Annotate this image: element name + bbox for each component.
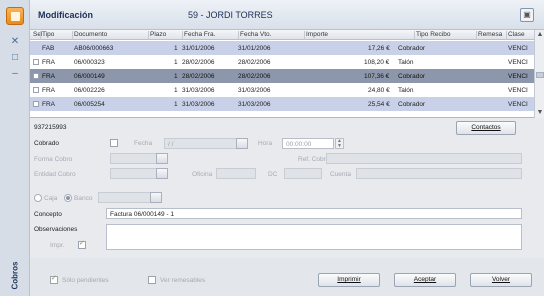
concepto-field[interactable]: Factura 06/000149 - 1: [106, 208, 522, 219]
title-bar: Modificación 59 - JORDI TORRES ▣: [30, 0, 544, 30]
scroll-down-icon[interactable]: ▼: [535, 108, 544, 118]
scroll-up-icon[interactable]: ▲: [535, 30, 544, 40]
forma-cobro-field[interactable]: [110, 153, 162, 164]
caja-radio[interactable]: [34, 194, 42, 202]
window-title: Modificación: [38, 10, 94, 20]
solo-pendientes-checkbox[interactable]: [50, 274, 58, 284]
hora-spinner[interactable]: ▲ ▼: [335, 138, 344, 149]
minimize-icon[interactable]: –: [9, 68, 21, 80]
table-row[interactable]: FRA 06/000323 1 28/02/2006 28/02/2006 10…: [30, 55, 534, 69]
contactos-button[interactable]: Contactos: [456, 121, 516, 135]
cuenta-field[interactable]: [356, 168, 522, 179]
cuenta-label: Cuenta: [330, 171, 351, 178]
oficina-label: Oficina: [192, 171, 213, 178]
ref-cobro-field[interactable]: [326, 153, 522, 164]
receipts-grid: Sel Tipo Documento Plazo Fecha Fra. Fech…: [30, 30, 544, 118]
cobrado-label: Cobrado: [34, 140, 59, 147]
table-row[interactable]: FRA 06/002226 1 31/03/2006 31/03/2006 24…: [30, 83, 534, 97]
restore-icon[interactable]: □: [9, 52, 21, 64]
forma-cobro-label: Forma Cobro: [34, 156, 73, 163]
observaciones-field[interactable]: [106, 224, 522, 250]
caja-label: Caja: [44, 195, 58, 202]
col-plazo[interactable]: Plazo: [148, 31, 166, 40]
banco-field[interactable]: [98, 192, 152, 203]
table-row-selected[interactable]: FRA 06/000149 1 28/02/2006 28/02/2006 10…: [30, 69, 534, 83]
hora-field[interactable]: 00:00:00: [282, 138, 334, 149]
row-select-checkbox[interactable]: [33, 73, 39, 79]
banco-lookup-icon[interactable]: [150, 192, 162, 203]
grid-scrollbar[interactable]: ▲ ▼: [534, 30, 544, 118]
calendar-icon[interactable]: [236, 138, 248, 149]
row-select-checkbox[interactable]: [33, 101, 39, 107]
cobrado-checkbox[interactable]: [110, 139, 118, 147]
close-icon[interactable]: ✕: [9, 36, 21, 48]
entidad-cobro-field[interactable]: [110, 168, 162, 179]
scroll-thumb[interactable]: [536, 72, 544, 78]
hora-label: Hora: [258, 140, 273, 147]
fecha-label: Fecha: [134, 140, 153, 147]
grid-header: Sel Tipo Documento Plazo Fecha Fra. Fech…: [30, 30, 534, 40]
row-select-checkbox[interactable]: [33, 59, 39, 65]
footer-bar: Sólo pendientes Ver remesables Imprimir …: [30, 258, 544, 296]
col-importe[interactable]: Importe: [304, 31, 328, 40]
row-select-checkbox[interactable]: [33, 87, 39, 93]
aceptar-button[interactable]: Aceptar: [394, 273, 456, 287]
col-clase[interactable]: Clase: [506, 31, 525, 40]
entidad-cobro-label: Entidad Cobro: [34, 171, 76, 178]
banco-radio[interactable]: [64, 194, 72, 202]
col-fecha-fra[interactable]: Fecha Fra.: [182, 31, 215, 40]
table-row[interactable]: FRA 06/005254 1 31/03/2006 31/03/2006 25…: [30, 97, 534, 111]
col-documento[interactable]: Documento: [72, 31, 107, 40]
oficina-field[interactable]: [216, 168, 256, 179]
forma-cobro-lookup-icon[interactable]: [156, 153, 168, 164]
entidad-cobro-lookup-icon[interactable]: [156, 168, 168, 179]
phone-number: 937215993: [34, 124, 67, 131]
ver-remesables-checkbox[interactable]: [148, 276, 156, 284]
window-menu-icon[interactable]: ▣: [520, 8, 534, 22]
client-name: 59 - JORDI TORRES: [188, 10, 273, 20]
ver-remesables-label: Ver remesables: [160, 277, 206, 284]
detail-form: 937215993 Contactos Cobrado Fecha / / Ho…: [30, 118, 544, 296]
sidebar: ✕ □ – Cobros: [0, 0, 30, 296]
dc-field[interactable]: [284, 168, 322, 179]
impr-checkbox[interactable]: [78, 239, 86, 249]
table-row[interactable]: FAB AB06/000663 1 31/01/2006 31/01/2006 …: [30, 41, 534, 55]
banco-label: Banco: [74, 195, 93, 202]
col-remesa[interactable]: Remesa: [476, 31, 502, 40]
solo-pendientes-label: Sólo pendientes: [62, 277, 109, 284]
col-fecha-vto[interactable]: Fecha Vto.: [238, 31, 271, 40]
dc-label: DC: [268, 171, 278, 178]
col-tipo[interactable]: Tipo: [40, 31, 54, 40]
observaciones-label: Observaciones: [34, 226, 78, 233]
sidebar-label: Cobros: [10, 261, 20, 289]
impr-label: Impr.: [50, 242, 65, 249]
imprimir-button[interactable]: Imprimir: [318, 273, 380, 287]
fecha-field[interactable]: / /: [164, 138, 246, 149]
concepto-label: Concepto: [34, 211, 62, 218]
ref-cobro-label: Ref. Cobro: [298, 156, 330, 163]
col-tipo-recibo[interactable]: Tipo Recibo: [414, 31, 450, 40]
volver-button[interactable]: Volver: [470, 273, 532, 287]
app-icon: [6, 7, 24, 25]
